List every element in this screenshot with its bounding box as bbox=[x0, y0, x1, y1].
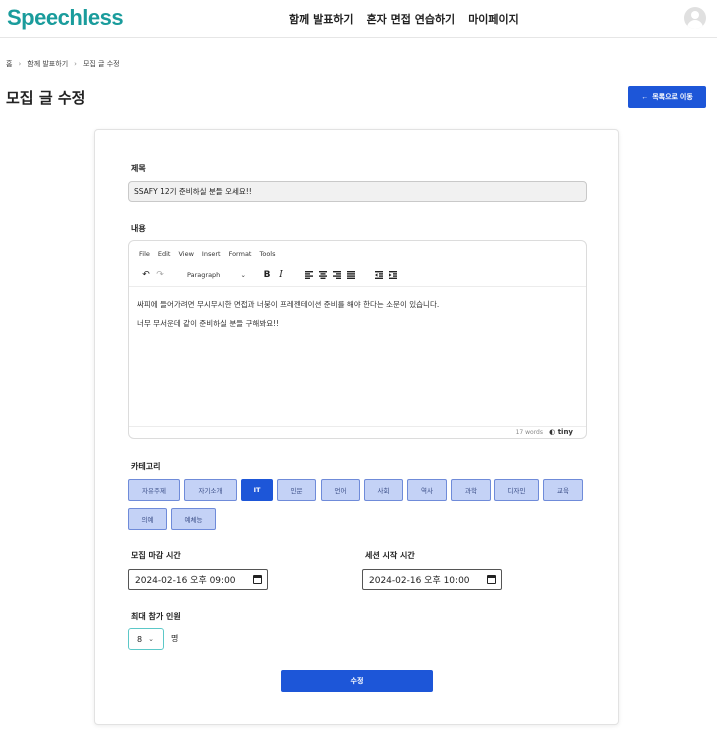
editor-menubar: File Edit View Insert Format Tools bbox=[139, 250, 276, 258]
back-to-list-button[interactable]: ← 목록으로 이동 bbox=[628, 86, 706, 108]
avatar-head-icon bbox=[691, 11, 699, 19]
menu-insert[interactable]: Insert bbox=[202, 250, 221, 258]
back-to-list-label: 목록으로 이동 bbox=[652, 94, 693, 101]
page-title: 모집 글 수정 bbox=[6, 89, 86, 107]
rich-text-editor: File Edit View Insert Format Tools ↶ ↷ P… bbox=[128, 240, 587, 439]
block-format-value: Paragraph bbox=[187, 271, 221, 279]
bold-icon[interactable]: B bbox=[260, 268, 274, 282]
menu-tools[interactable]: Tools bbox=[259, 250, 275, 258]
editor-toolbar: ↶ ↷ Paragraph ⌄ B I bbox=[139, 268, 400, 282]
align-right-icon[interactable] bbox=[330, 268, 344, 282]
session-start-datetime-input[interactable]: 2024-02-16 오후 10:00 bbox=[362, 569, 502, 590]
title-label: 제목 bbox=[131, 164, 146, 173]
menu-format[interactable]: Format bbox=[229, 250, 252, 258]
breadcrumb-home[interactable]: 홈 bbox=[6, 59, 12, 69]
max-participants-value: 8 bbox=[137, 634, 143, 644]
nav-item-group-presentation[interactable]: 함께 발표하기 bbox=[289, 11, 354, 27]
menu-view[interactable]: View bbox=[178, 250, 193, 258]
tiny-logo[interactable]: ◐ tiny bbox=[549, 428, 573, 436]
redo-icon[interactable]: ↷ bbox=[153, 268, 167, 282]
calendar-icon[interactable] bbox=[253, 575, 262, 584]
outdent-icon[interactable] bbox=[372, 268, 386, 282]
deadline-value: 2024-02-16 오후 09:00 bbox=[135, 576, 236, 586]
chevron-right-icon: › bbox=[18, 60, 22, 68]
block-format-select[interactable]: Paragraph ⌄ bbox=[185, 269, 248, 281]
align-left-icon[interactable] bbox=[302, 268, 316, 282]
category-chip-education[interactable]: 교육 bbox=[543, 479, 583, 501]
category-chip-language[interactable]: 언어 bbox=[321, 479, 360, 501]
logo[interactable]: Speechless bbox=[7, 5, 124, 31]
menu-file[interactable]: File bbox=[139, 250, 150, 258]
align-justify-icon[interactable] bbox=[344, 268, 358, 282]
category-chip-design[interactable]: 디자인 bbox=[494, 479, 539, 501]
main-nav: 함께 발표하기 혼자 면접 연습하기 마이페이지 bbox=[289, 11, 519, 27]
breadcrumb-current: 모집 글 수정 bbox=[82, 60, 120, 68]
deadline-datetime-input[interactable]: 2024-02-16 오후 09:00 bbox=[128, 569, 268, 590]
tiny-brand: tiny bbox=[557, 428, 573, 436]
title-input[interactable] bbox=[128, 181, 587, 202]
category-chip-medical[interactable]: 의예 bbox=[128, 508, 167, 530]
session-start-value: 2024-02-16 오후 10:00 bbox=[369, 576, 470, 586]
category-chip-science[interactable]: 과학 bbox=[451, 479, 491, 501]
editor-content[interactable]: 싸피에 들어가려면 무시무시한 면접과 너붕이 프레젠테이션 준비를 해야 한다… bbox=[129, 286, 586, 427]
category-chip-history[interactable]: 역사 bbox=[407, 479, 447, 501]
chevron-right-icon: › bbox=[74, 60, 77, 68]
category-chip-intro[interactable]: 자기소개 bbox=[184, 479, 237, 501]
avatar-body-icon bbox=[687, 20, 703, 29]
content-label: 내용 bbox=[131, 224, 146, 233]
italic-icon[interactable]: I bbox=[274, 268, 288, 282]
max-participants-select[interactable]: 8 ⌄ bbox=[128, 628, 164, 650]
word-count[interactable]: 17 words bbox=[516, 429, 543, 436]
editor-statusbar: 17 words ◐ tiny bbox=[129, 426, 586, 438]
nav-item-solo-interview[interactable]: 혼자 면접 연습하기 bbox=[367, 11, 456, 27]
session-start-label: 세션 시작 시간 bbox=[365, 551, 415, 560]
avatar[interactable] bbox=[684, 7, 706, 29]
form-card: 제목 내용 File Edit View Insert Format Tools… bbox=[94, 129, 619, 725]
deadline-label: 모집 마감 시간 bbox=[131, 551, 181, 560]
breadcrumb-group-presentation[interactable]: 함께 발표하기 bbox=[27, 59, 68, 69]
nav-item-mypage[interactable]: 마이페이지 bbox=[468, 11, 519, 27]
indent-icon[interactable] bbox=[386, 268, 400, 282]
max-participants-unit: 명 bbox=[171, 634, 179, 643]
editor-paragraph: 너무 무서운데 같이 준비하실 분들 구해봐요!! bbox=[137, 319, 280, 328]
arrow-left-icon: ← bbox=[641, 93, 649, 101]
submit-button[interactable]: 수정 bbox=[281, 670, 433, 692]
chevron-down-icon: ⌄ bbox=[240, 271, 246, 279]
category-chip-it[interactable]: IT bbox=[241, 479, 273, 501]
calendar-icon[interactable] bbox=[487, 575, 496, 584]
menu-edit[interactable]: Edit bbox=[158, 250, 171, 258]
category-chip-humanities[interactable]: 인문 bbox=[277, 479, 316, 501]
top-header: Speechless 함께 발표하기 혼자 면접 연습하기 마이페이지 bbox=[0, 0, 717, 38]
undo-icon[interactable]: ↶ bbox=[139, 268, 153, 282]
editor-paragraph: 싸피에 들어가려면 무시무시한 면접과 너붕이 프레젠테이션 준비를 해야 한다… bbox=[137, 300, 440, 309]
category-chip-society[interactable]: 사회 bbox=[364, 479, 403, 501]
align-center-icon[interactable] bbox=[316, 268, 330, 282]
category-label: 카테고리 bbox=[131, 462, 161, 471]
breadcrumb: 홈 › 함께 발표하기 › 모집 글 수정 bbox=[6, 59, 120, 69]
category-chip-free[interactable]: 자유주제 bbox=[128, 479, 180, 501]
chevron-down-icon: ⌄ bbox=[148, 635, 154, 643]
max-participants-label: 최대 참가 인원 bbox=[131, 612, 181, 621]
category-chip-arts-sports[interactable]: 예체능 bbox=[171, 508, 216, 530]
